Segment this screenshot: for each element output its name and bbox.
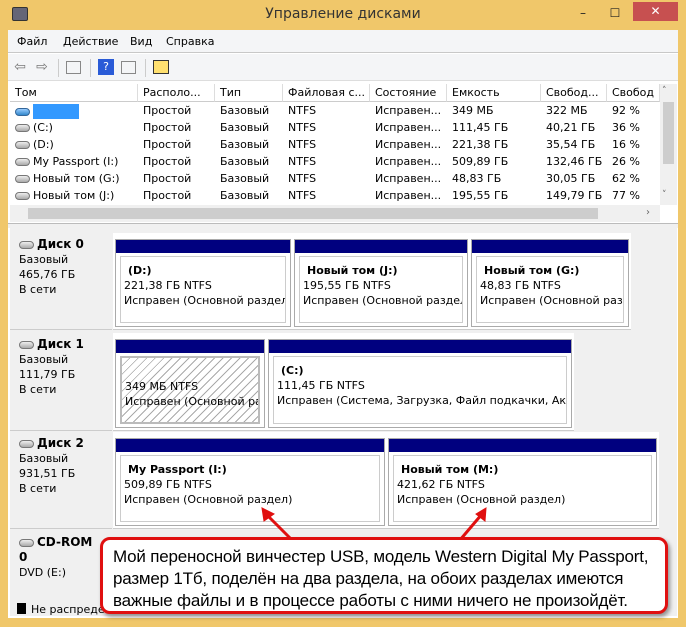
- callout-arrows: [261, 507, 487, 542]
- annotation-callout: Мой переносной винчестер USB, модель Wes…: [100, 537, 668, 614]
